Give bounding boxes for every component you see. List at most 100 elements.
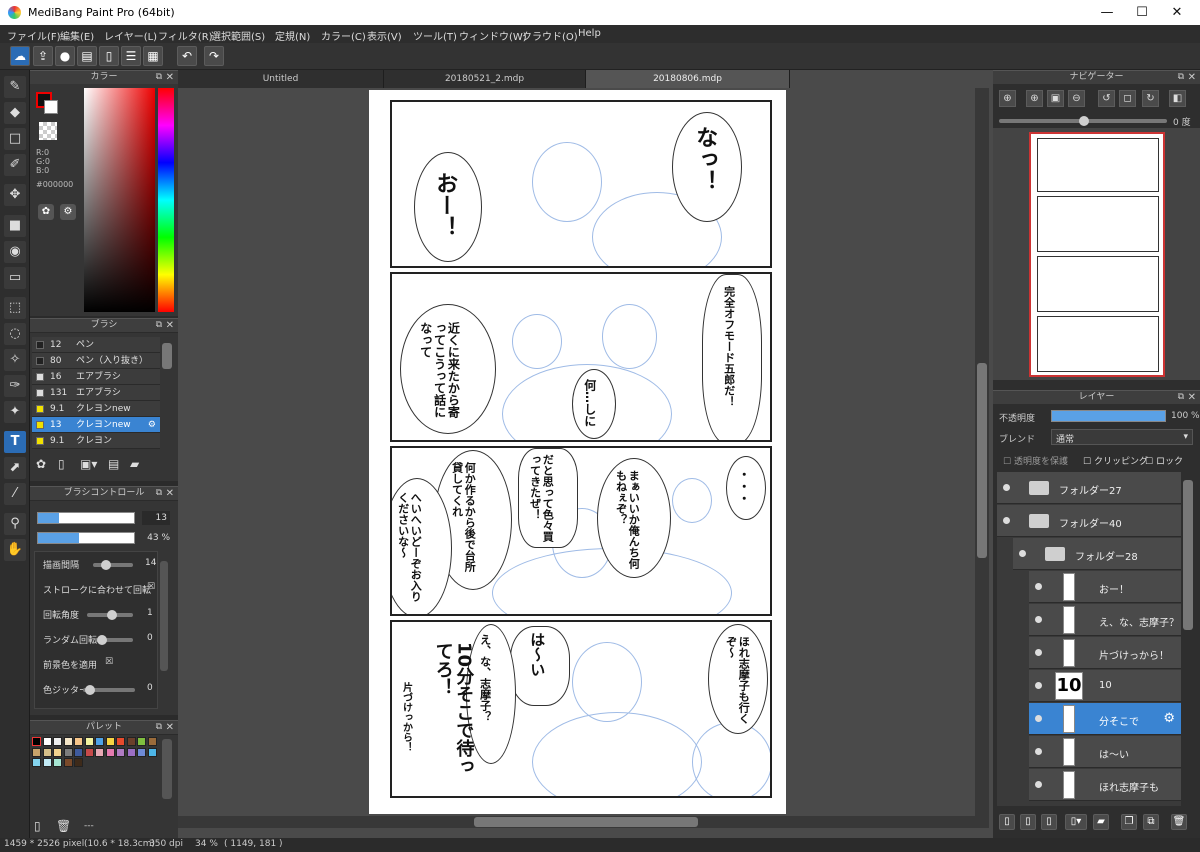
palette-swatch[interactable] bbox=[74, 747, 83, 757]
visibility-eye-icon[interactable] bbox=[1003, 517, 1010, 524]
rotate-left-icon[interactable]: ↺ bbox=[1098, 90, 1115, 107]
palette-swatch[interactable] bbox=[126, 737, 136, 746]
palette-swatch[interactable] bbox=[32, 758, 41, 767]
menu-select[interactable]: 選択範囲(S) bbox=[211, 28, 265, 43]
visibility-eye-icon[interactable] bbox=[1035, 715, 1042, 722]
hue-slider[interactable] bbox=[158, 88, 174, 312]
shape-tool-icon[interactable]: ■ bbox=[4, 215, 26, 237]
merge-layer-icon[interactable]: ⧉ bbox=[1143, 814, 1159, 830]
manga-page[interactable]: なっ！ おー！ 完全オフモード五郎だ！ 近くに来たから寄ってこうって話になって … bbox=[369, 90, 786, 814]
canvas-area[interactable]: Untitled 20180521_2.mdp 20180806.mdp なっ！… bbox=[178, 70, 993, 838]
palette-swatch[interactable] bbox=[116, 747, 125, 757]
visibility-eye-icon[interactable] bbox=[1035, 583, 1042, 590]
layer-row[interactable]: 片づけっから！ bbox=[1029, 637, 1181, 669]
close-panel-icon[interactable]: ✕ bbox=[1188, 391, 1196, 404]
layer-folder[interactable]: フォルダー28 bbox=[1013, 538, 1181, 570]
menu-edit[interactable]: 編集(E) bbox=[60, 28, 94, 43]
delete-layer-icon[interactable]: 🗑 bbox=[1171, 814, 1187, 830]
menu-layer[interactable]: レイヤー(L) bbox=[104, 28, 157, 43]
protect-alpha-checkbox[interactable]: ☐ 透明度を保護 bbox=[1003, 454, 1068, 467]
float-icon[interactable]: ⧉ bbox=[156, 71, 162, 84]
layer-folder[interactable]: フォルダー27 bbox=[997, 472, 1181, 504]
brush-control-scrollbar[interactable] bbox=[160, 561, 168, 671]
tab-20180806[interactable]: 20180806.mdp bbox=[586, 70, 790, 88]
new-folder-icon[interactable]: ▰ bbox=[1093, 814, 1109, 830]
menu-tool[interactable]: ツール(T) bbox=[413, 28, 457, 43]
operation-tool-icon[interactable]: ⬈ bbox=[4, 457, 26, 479]
brush-opacity-bar[interactable] bbox=[37, 532, 135, 544]
palette-swatch[interactable] bbox=[105, 747, 115, 757]
spacing-slider[interactable] bbox=[93, 560, 133, 570]
visibility-eye-icon[interactable] bbox=[1035, 649, 1042, 656]
float-icon[interactable]: ⧉ bbox=[1178, 71, 1184, 84]
brush-folder-icon[interactable]: ▰ bbox=[130, 457, 146, 473]
eyedropper-icon[interactable]: ⚲ bbox=[4, 513, 26, 535]
palette-swatch[interactable] bbox=[32, 737, 41, 746]
grid-icon[interactable]: ▦ bbox=[143, 46, 163, 66]
float-icon[interactable]: ⧉ bbox=[1178, 391, 1184, 404]
undo-icon[interactable]: ↶ bbox=[177, 46, 197, 66]
float-icon[interactable]: ⧉ bbox=[156, 319, 162, 332]
rotate-stroke-checkbox[interactable]: ☒ bbox=[147, 582, 155, 592]
palette-swatch[interactable] bbox=[95, 737, 104, 746]
rotation-slider[interactable] bbox=[87, 610, 133, 620]
fit-icon[interactable]: ▣ bbox=[1047, 90, 1064, 107]
blend-select[interactable]: 通常 ▾ bbox=[1051, 429, 1193, 445]
gear-icon[interactable]: ⚙ bbox=[148, 417, 156, 433]
hand-tool-icon[interactable]: ✋ bbox=[4, 539, 26, 561]
canvas-vscroll-thumb[interactable] bbox=[977, 363, 987, 558]
palette-swatch[interactable] bbox=[53, 747, 62, 757]
palette-swatch[interactable] bbox=[84, 747, 94, 757]
brush-tool-icon[interactable]: ✎ bbox=[4, 76, 26, 98]
reset-view-icon[interactable]: ◻ bbox=[1119, 90, 1136, 107]
duplicate-layer-icon[interactable]: ❐ bbox=[1121, 814, 1137, 830]
brush-new-icon[interactable]: ▯ bbox=[58, 457, 74, 473]
visibility-eye-icon[interactable] bbox=[1003, 484, 1010, 491]
palette-add-icon[interactable]: ▯ bbox=[34, 819, 50, 835]
new-layer-icon[interactable]: ▯ bbox=[999, 814, 1015, 830]
palette-swatch[interactable] bbox=[42, 737, 52, 746]
float-icon[interactable]: ⧉ bbox=[156, 721, 162, 734]
palette-swatch[interactable] bbox=[95, 747, 104, 757]
layer-row[interactable]: は〜い bbox=[1029, 736, 1181, 768]
palette-swatch[interactable] bbox=[74, 737, 83, 746]
visibility-eye-icon[interactable] bbox=[1019, 550, 1026, 557]
upload-icon[interactable]: ⇪ bbox=[33, 46, 53, 66]
brush-opacity-value[interactable]: 43 % bbox=[142, 531, 170, 545]
brush-size-bar[interactable] bbox=[37, 512, 135, 524]
flip-icon[interactable]: ◧ bbox=[1169, 90, 1186, 107]
palette-swatch[interactable] bbox=[137, 747, 146, 757]
brush-scrollbar[interactable] bbox=[162, 343, 172, 369]
cloud-icon[interactable]: ☁ bbox=[10, 46, 30, 66]
brush-item[interactable]: 131 エアブラシ bbox=[32, 385, 160, 401]
transparent-swatch[interactable] bbox=[39, 122, 57, 140]
select-eraser-icon[interactable]: ✦ bbox=[4, 401, 26, 423]
speech-icon[interactable]: ▤ bbox=[77, 46, 97, 66]
move-tool-icon[interactable]: ✥ bbox=[4, 184, 26, 206]
clipping-checkbox[interactable]: ☐ クリッピング bbox=[1083, 454, 1148, 467]
visibility-eye-icon[interactable] bbox=[1035, 781, 1042, 788]
layer-scrollbar[interactable] bbox=[1183, 480, 1193, 630]
apply-fg-checkbox[interactable]: ☒ bbox=[105, 657, 113, 667]
palette-swatch[interactable] bbox=[53, 737, 62, 746]
menu-file[interactable]: ファイル(F) bbox=[7, 28, 61, 43]
menu-ruler[interactable]: 定規(N) bbox=[275, 28, 310, 43]
select-pen-icon[interactable]: ✐ bbox=[4, 154, 26, 176]
lock-checkbox[interactable]: ☐ ロック bbox=[1145, 454, 1183, 467]
palette-swatch[interactable] bbox=[42, 747, 52, 757]
select-rect-icon[interactable]: ⬚ bbox=[4, 297, 26, 319]
visibility-eye-icon[interactable] bbox=[1035, 616, 1042, 623]
brush-settings-icon[interactable]: ▤ bbox=[108, 457, 124, 473]
palette-swatch[interactable] bbox=[137, 737, 146, 746]
comment-icon[interactable]: ● bbox=[55, 46, 75, 66]
eraser-tool-icon[interactable]: ◆ bbox=[4, 102, 26, 124]
layer-folder[interactable]: フォルダー40 bbox=[997, 505, 1181, 537]
layer-row[interactable]: ほれ志摩子も bbox=[1029, 769, 1181, 801]
menu-window[interactable]: ウィンドウ(W) bbox=[459, 28, 527, 43]
dot-tool-icon[interactable]: □ bbox=[4, 128, 26, 150]
visibility-eye-icon[interactable] bbox=[1035, 682, 1042, 689]
close-panel-icon[interactable]: ✕ bbox=[166, 721, 174, 734]
saturation-value-picker[interactable] bbox=[84, 88, 155, 312]
brush-item[interactable]: 9.1 クレヨン bbox=[32, 433, 160, 449]
palette-swatch[interactable] bbox=[147, 747, 157, 757]
